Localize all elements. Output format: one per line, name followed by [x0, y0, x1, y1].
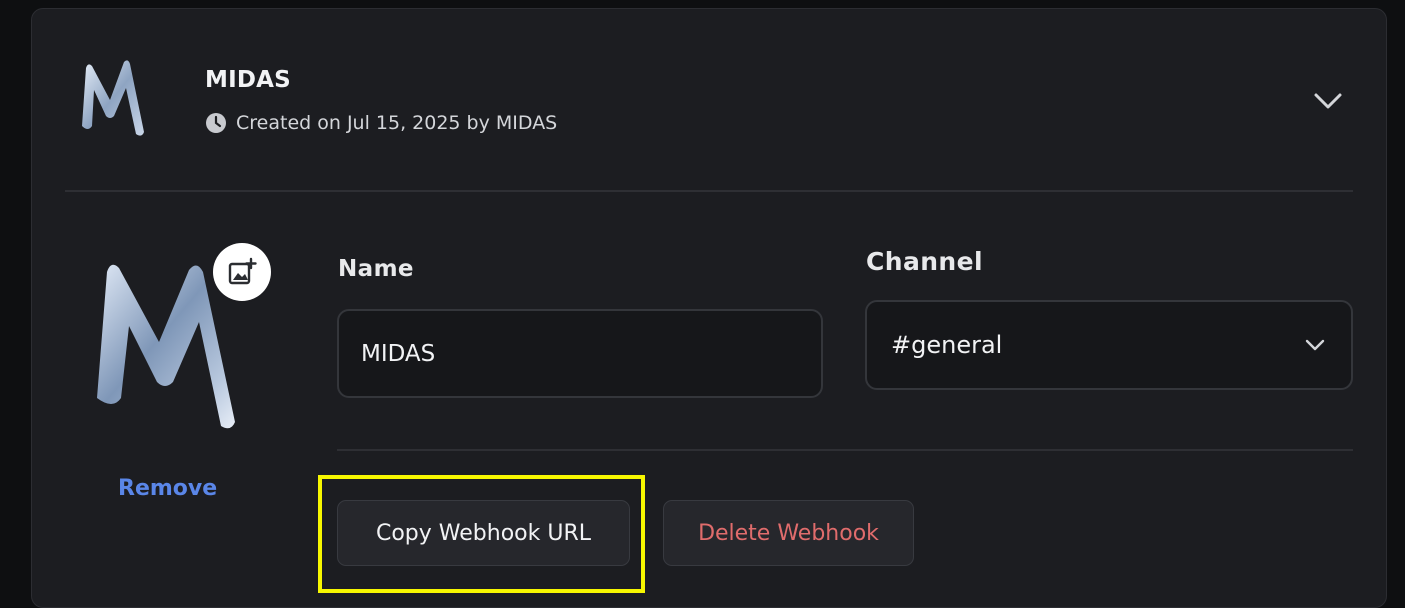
created-info: Created on Jul 15, 2025 by MIDAS: [205, 112, 557, 134]
created-text: Created on Jul 15, 2025 by MIDAS: [236, 112, 558, 134]
webhook-title: MIDAS: [205, 67, 291, 93]
remove-avatar-link[interactable]: Remove: [118, 476, 217, 501]
image-add-icon: [228, 257, 257, 285]
copy-webhook-url-button[interactable]: Copy Webhook URL: [337, 500, 630, 566]
clock-icon: [206, 113, 226, 133]
name-label: Name: [338, 256, 414, 282]
delete-webhook-button[interactable]: Delete Webhook: [663, 500, 914, 566]
divider: [65, 190, 1353, 192]
channel-value: #general: [891, 331, 1003, 359]
chevron-down-icon: [1305, 339, 1325, 351]
chevron-down-icon[interactable]: [1311, 88, 1345, 114]
channel-select[interactable]: #general: [865, 300, 1353, 390]
name-input[interactable]: [337, 309, 823, 398]
upload-avatar-button[interactable]: [213, 243, 271, 301]
webhook-avatar-small: [82, 60, 144, 136]
divider: [337, 449, 1353, 451]
channel-label: Channel: [866, 247, 983, 276]
